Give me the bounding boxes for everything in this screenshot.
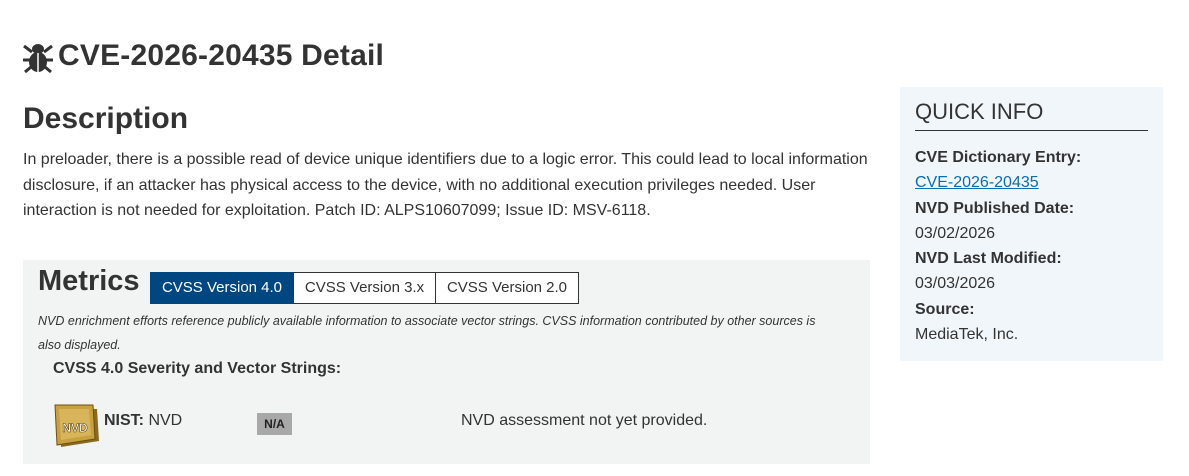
tab-cvss-4-0[interactable]: CVSS Version 4.0 (150, 272, 294, 304)
published-date-label: NVD Published Date: (915, 199, 1075, 217)
assessment-text: NVD assessment not yet provided. (461, 412, 708, 429)
cvss-version-tabs: CVSS Version 4.0 CVSS Version 3.x CVSS V… (150, 272, 579, 304)
severity-heading: CVSS 4.0 Severity and Vector Strings: (53, 360, 342, 377)
metrics-panel: Metrics CVSS Version 4.0 CVSS Version 3.… (23, 260, 870, 464)
bug-icon (22, 38, 56, 74)
description-text: In preloader, there is a possible read o… (23, 151, 868, 219)
source-label: Source: (915, 300, 975, 318)
page-title: CVE-2026-20435 Detail (58, 39, 385, 72)
cve-entry-link[interactable]: CVE-2026-20435 (915, 170, 1039, 195)
nist-label: NIST: NVD (104, 412, 182, 430)
nist-source: NVD (148, 412, 183, 429)
tab-cvss-3-x[interactable]: CVSS Version 3.x (293, 272, 436, 304)
metrics-heading: Metrics (38, 265, 140, 297)
quick-info-list: CVE Dictionary Entry: CVE-2026-20435 NVD… (915, 145, 1155, 347)
score-badge: N/A (257, 413, 292, 435)
nist-label-prefix: NIST: (104, 412, 144, 429)
cve-detail-page: CVE-2026-20435 Detail Description In pre… (0, 0, 1189, 476)
quick-info-heading: QUICK INFO (915, 99, 1148, 131)
nist-row: NVD NIST: NVD N/A NVD assessment not yet… (51, 403, 851, 453)
nvd-badge-icon: NVD (51, 403, 105, 451)
tab-cvss-2-0[interactable]: CVSS Version 2.0 (435, 272, 579, 304)
description-heading: Description (23, 102, 189, 135)
source-value: MediaTek, Inc. (915, 326, 1019, 344)
svg-text:NVD: NVD (62, 421, 88, 435)
published-date-value: 03/02/2026 (915, 224, 996, 242)
metrics-note: NVD enrichment efforts reference publicl… (38, 314, 816, 352)
cve-entry-label: CVE Dictionary Entry: (915, 149, 1082, 166)
last-modified-label: NVD Last Modified: (915, 250, 1062, 268)
quick-info-panel: QUICK INFO CVE Dictionary Entry: CVE-202… (900, 87, 1163, 361)
title-row: CVE-2026-20435 Detail (22, 38, 384, 74)
last-modified-value: 03/03/2026 (915, 275, 996, 293)
